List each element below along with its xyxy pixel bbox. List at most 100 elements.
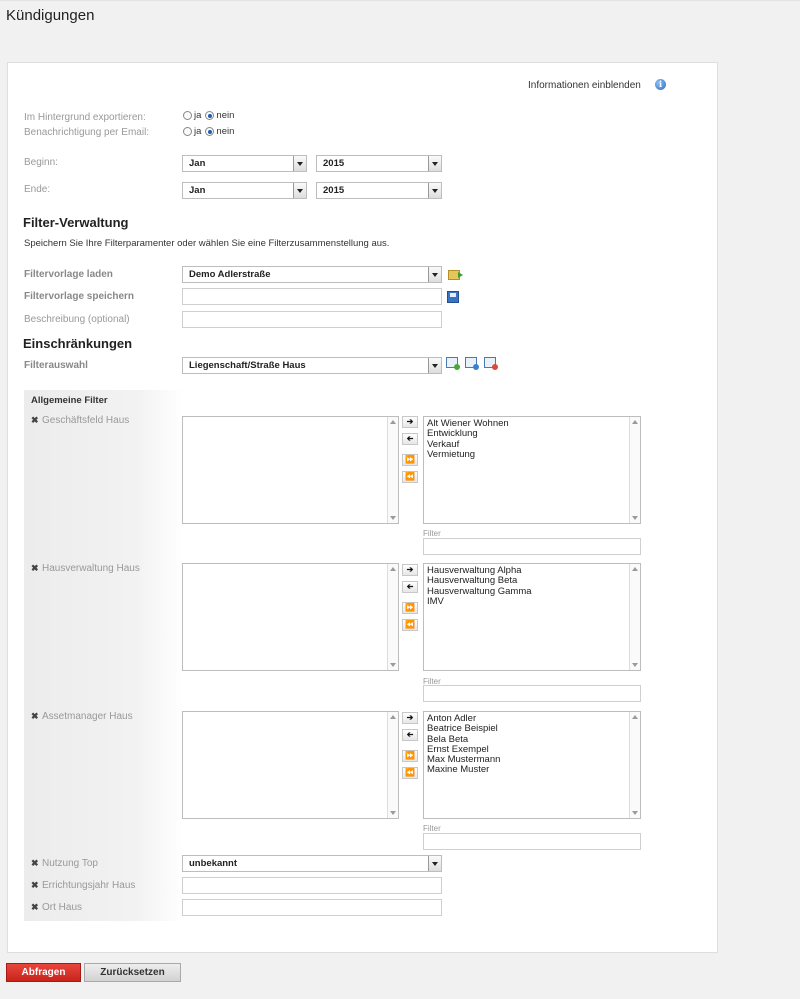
scroll-up-icon[interactable] [390,567,396,571]
filter-load-select[interactable]: Demo Adlerstraße [182,266,442,283]
year-built-label: Errichtungsjahr Haus [42,880,136,891]
available-list[interactable]: Hausverwaltung Alpha Hausverwaltung Beta… [423,563,641,671]
list-label: Geschäftsfeld Haus [42,415,130,426]
filter-label: Filter [423,529,441,538]
selected-list[interactable] [182,711,399,819]
list-items: Anton Adler Beatrice Beispiel Bela Beta … [427,713,500,776]
move-left-button[interactable]: ➔ [402,581,418,593]
filter-mgmt-heading: Filter-Verwaltung [23,215,129,230]
move-right-button[interactable]: ➔ [402,712,418,724]
filter-desc-input[interactable] [182,311,442,328]
scrollbar[interactable] [629,417,640,523]
filter-desc-label: Beschreibung (optional) [24,314,130,325]
info-link[interactable]: Informationen einblenden [528,80,641,91]
scrollbar[interactable] [629,564,640,670]
filter-mgmt-description: Speichern Sie Ihre Filterparamenter oder… [24,238,390,249]
general-filters-heading: Allgemeine Filter [31,395,108,406]
scroll-down-icon[interactable] [632,663,638,667]
scroll-down-icon[interactable] [632,516,638,520]
end-label: Ende: [24,184,51,195]
move-all-left-button[interactable]: ⏪ [402,767,418,779]
export-bg-radios: ja nein [183,110,238,121]
close-icon[interactable]: ✖ [31,711,39,722]
move-all-left-button[interactable]: ⏪ [402,619,418,631]
submit-button[interactable]: Abfragen [6,963,81,982]
usage-label: Nutzung Top [42,858,98,869]
move-all-right-button[interactable]: ⏩ [402,454,418,466]
filter-input[interactable] [423,538,641,555]
move-all-left-button[interactable]: ⏪ [402,471,418,483]
usage-select[interactable]: unbekannt [182,855,442,872]
scroll-down-icon[interactable] [390,811,396,815]
save-icon[interactable] [447,291,459,303]
selected-list[interactable] [182,416,399,524]
radio-label-nein: nein [216,110,235,121]
export-bg-no-radio[interactable] [205,111,215,120]
filter-select-label: Filterauswahl [24,360,88,371]
move-all-right-button[interactable]: ⏩ [402,750,418,762]
form-panel: Informationen einblenden i Im Hintergrun… [7,62,718,953]
filter-input[interactable] [423,685,641,702]
city-label: Ort Haus [42,902,83,913]
close-icon[interactable]: ✖ [31,880,39,891]
end-year-select[interactable]: 2015 [316,182,442,199]
scroll-up-icon[interactable] [632,567,638,571]
filter-select[interactable]: Liegenschaft/Straße Haus [182,357,442,374]
list-items: Alt Wiener Wohnen Entwicklung Verkauf Ve… [427,418,509,460]
move-right-button[interactable]: ➔ [402,416,418,428]
year-built-input[interactable] [182,877,442,894]
select-value: Demo Adlerstraße [189,269,271,280]
scroll-up-icon[interactable] [390,715,396,719]
notify-email-no-radio[interactable] [205,127,215,136]
edit-filter-icon[interactable] [465,357,479,370]
filter-label: Filter [423,824,441,833]
chevron-down-icon [428,267,441,282]
city-input[interactable] [182,899,442,916]
select-value: 2015 [323,185,345,196]
selected-list[interactable] [182,563,399,671]
remove-filter-icon[interactable] [484,357,498,370]
available-list[interactable]: Alt Wiener Wohnen Entwicklung Verkauf Ve… [423,416,641,524]
close-icon[interactable]: ✖ [31,858,39,869]
end-month-select[interactable]: Jan [182,182,307,199]
general-filters-area [24,390,184,921]
select-value: unbekannt [189,858,238,869]
close-icon[interactable]: ✖ [31,563,39,574]
scroll-up-icon[interactable] [390,420,396,424]
chevron-down-icon [293,183,306,198]
begin-year-select[interactable]: 2015 [316,155,442,172]
list-label: Assetmanager Haus [42,711,133,722]
move-right-button[interactable]: ➔ [402,564,418,576]
reset-button[interactable]: Zurücksetzen [84,963,181,982]
load-template-icon[interactable] [448,270,463,280]
move-left-button[interactable]: ➔ [402,729,418,741]
available-list[interactable]: Anton Adler Beatrice Beispiel Bela Beta … [423,711,641,819]
export-bg-yes-radio[interactable] [183,111,192,120]
scroll-up-icon[interactable] [632,420,638,424]
close-icon[interactable]: ✖ [31,415,39,426]
scrollbar[interactable] [387,712,398,818]
close-icon[interactable]: ✖ [31,902,39,913]
filter-load-label: Filtervorlage laden [24,269,113,280]
scrollbar[interactable] [387,417,398,523]
select-value: Jan [189,185,206,196]
scrollbar[interactable] [387,564,398,670]
move-left-button[interactable]: ➔ [402,433,418,445]
list-item[interactable]: Vermietung [427,449,509,460]
scroll-up-icon[interactable] [632,715,638,719]
filter-input[interactable] [423,833,641,850]
scroll-down-icon[interactable] [390,516,396,520]
scroll-down-icon[interactable] [632,811,638,815]
add-filter-icon[interactable] [446,357,460,370]
list-item[interactable]: IMV [427,596,532,607]
notify-email-yes-radio[interactable] [183,127,192,136]
info-icon[interactable]: i [655,79,666,90]
begin-month-select[interactable]: Jan [182,155,307,172]
scrollbar[interactable] [629,712,640,818]
select-value: Jan [189,158,206,169]
scroll-down-icon[interactable] [390,663,396,667]
chevron-down-icon [428,156,441,171]
filter-save-input[interactable] [182,288,442,305]
list-item[interactable]: Maxine Muster [427,765,500,776]
move-all-right-button[interactable]: ⏩ [402,602,418,614]
